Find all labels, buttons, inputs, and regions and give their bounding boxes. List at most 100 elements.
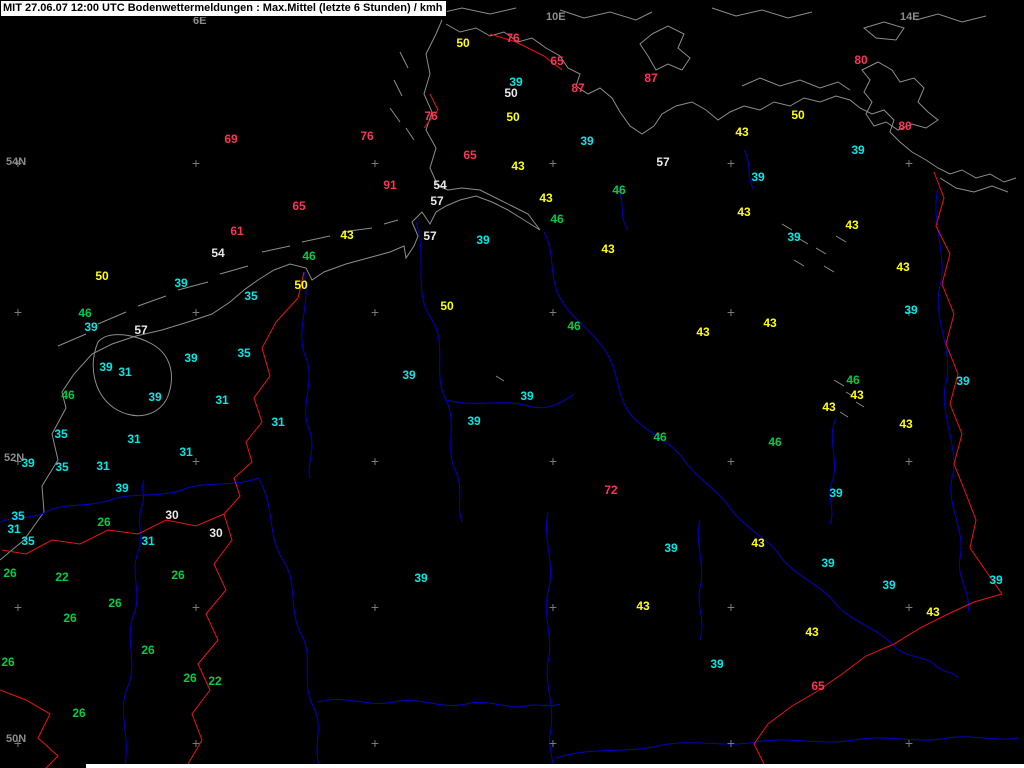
station-wind-value: 31 bbox=[179, 445, 193, 459]
station-wind-value: 31 bbox=[96, 459, 110, 473]
station-wind-value: 39 bbox=[467, 414, 481, 428]
station-wind-value: 39 bbox=[402, 368, 416, 382]
station-wind-value: 46 bbox=[846, 373, 860, 387]
station-wind-value: 39 bbox=[99, 360, 113, 374]
station-wind-value: 46 bbox=[612, 183, 626, 197]
station-wind-value: 50 bbox=[95, 269, 109, 283]
station-wind-value: 87 bbox=[571, 81, 585, 95]
station-wind-value: 31 bbox=[141, 534, 155, 548]
station-wind-value: 61 bbox=[230, 224, 244, 238]
station-wind-value: 54 bbox=[211, 246, 225, 260]
station-wind-value: 39 bbox=[989, 573, 1003, 587]
station-wind-value: 39 bbox=[520, 389, 534, 403]
station-wind-value: 35 bbox=[11, 509, 25, 523]
station-wind-value: 43 bbox=[340, 228, 354, 242]
station-wind-value: 80 bbox=[898, 119, 912, 133]
station-wind-value: 39 bbox=[821, 556, 835, 570]
station-wind-value: 46 bbox=[567, 319, 581, 333]
station-wind-value: 87 bbox=[644, 71, 658, 85]
station-wind-value: 43 bbox=[899, 417, 913, 431]
station-wind-value: 35 bbox=[244, 289, 258, 303]
station-wind-value: 50 bbox=[294, 278, 308, 292]
station-wind-value: 35 bbox=[55, 460, 69, 474]
station-wind-value: 43 bbox=[896, 260, 910, 274]
station-wind-value: 43 bbox=[601, 242, 615, 256]
station-wind-value: 43 bbox=[511, 159, 525, 173]
station-wind-value: 43 bbox=[539, 191, 553, 205]
station-wind-value: 57 bbox=[430, 194, 444, 208]
station-wind-value: 31 bbox=[118, 365, 132, 379]
station-wind-value: 39 bbox=[174, 276, 188, 290]
station-wind-value: 43 bbox=[735, 125, 749, 139]
station-wind-value: 54 bbox=[433, 178, 447, 192]
station-wind-value: 43 bbox=[845, 218, 859, 232]
station-wind-value: 30 bbox=[165, 508, 179, 522]
station-wind-value: 46 bbox=[550, 212, 564, 226]
station-wind-value: 50 bbox=[791, 108, 805, 122]
station-wind-value: 26 bbox=[183, 671, 197, 685]
station-wind-value: 26 bbox=[141, 643, 155, 657]
station-wind-value: 65 bbox=[292, 199, 306, 213]
station-wind-value: 50 bbox=[456, 36, 470, 50]
station-wind-value: 65 bbox=[811, 679, 825, 693]
station-wind-value: 76 bbox=[506, 31, 520, 45]
station-wind-value: 26 bbox=[171, 568, 185, 582]
station-wind-value: 31 bbox=[215, 393, 229, 407]
station-wind-value: 65 bbox=[550, 54, 564, 68]
station-wind-value: 26 bbox=[97, 515, 111, 529]
station-wind-value: 43 bbox=[737, 205, 751, 219]
station-wind-value: 31 bbox=[127, 432, 141, 446]
station-wind-value: 43 bbox=[926, 605, 940, 619]
title-bar: MIT 27.06.07 12:00 UTC Bodenwettermeldun… bbox=[0, 0, 448, 17]
station-wind-value: 39 bbox=[751, 170, 765, 184]
station-wind-value: 43 bbox=[763, 316, 777, 330]
station-wind-value: 50 bbox=[504, 86, 518, 100]
station-wind-value: 69 bbox=[224, 132, 238, 146]
station-layer: 50 76 65 80 39 87 50 87 76 50 50 80 76 69 43 39 39 65 43 57… bbox=[0, 0, 1024, 768]
station-wind-value: 39 bbox=[184, 351, 198, 365]
station-wind-value: 43 bbox=[805, 625, 819, 639]
station-wind-value: 57 bbox=[656, 155, 670, 169]
station-wind-value: 35 bbox=[237, 346, 251, 360]
station-wind-value: 26 bbox=[3, 566, 17, 580]
station-wind-value: 39 bbox=[580, 134, 594, 148]
station-wind-value: 46 bbox=[768, 435, 782, 449]
station-wind-value: 35 bbox=[54, 427, 68, 441]
station-wind-value: 39 bbox=[476, 233, 490, 247]
station-wind-value: 39 bbox=[904, 303, 918, 317]
station-wind-value: 39 bbox=[882, 578, 896, 592]
station-wind-value: 39 bbox=[787, 230, 801, 244]
station-wind-value: 46 bbox=[302, 249, 316, 263]
station-wind-value: 46 bbox=[653, 430, 667, 444]
station-wind-value: 46 bbox=[78, 306, 92, 320]
station-wind-value: 72 bbox=[604, 483, 618, 497]
station-wind-value: 31 bbox=[271, 415, 285, 429]
station-wind-value: 39 bbox=[829, 486, 843, 500]
station-wind-value: 57 bbox=[423, 229, 437, 243]
station-wind-value: 35 bbox=[21, 534, 35, 548]
station-wind-value: 39 bbox=[956, 374, 970, 388]
station-wind-value: 43 bbox=[850, 388, 864, 402]
station-wind-value: 43 bbox=[636, 599, 650, 613]
station-wind-value: 57 bbox=[134, 323, 148, 337]
station-wind-value: 31 bbox=[7, 522, 21, 536]
station-wind-value: 39 bbox=[21, 456, 35, 470]
station-wind-value: 43 bbox=[751, 536, 765, 550]
station-wind-value: 39 bbox=[148, 390, 162, 404]
station-wind-value: 39 bbox=[414, 571, 428, 585]
station-wind-value: 39 bbox=[84, 320, 98, 334]
station-wind-value: 50 bbox=[506, 110, 520, 124]
station-wind-value: 46 bbox=[61, 388, 75, 402]
station-wind-value: 26 bbox=[63, 611, 77, 625]
station-wind-value: 76 bbox=[424, 109, 438, 123]
station-wind-value: 30 bbox=[209, 526, 223, 540]
map-title: MIT 27.06.07 12:00 UTC Bodenwettermeldun… bbox=[3, 2, 443, 14]
station-wind-value: 43 bbox=[696, 325, 710, 339]
station-wind-value: 50 bbox=[440, 299, 454, 313]
station-wind-value: 39 bbox=[710, 657, 724, 671]
station-wind-value: 39 bbox=[851, 143, 865, 157]
station-wind-value: 76 bbox=[360, 129, 374, 143]
station-wind-value: 26 bbox=[1, 655, 15, 669]
station-wind-value: 26 bbox=[108, 596, 122, 610]
station-wind-value: 91 bbox=[383, 178, 397, 192]
